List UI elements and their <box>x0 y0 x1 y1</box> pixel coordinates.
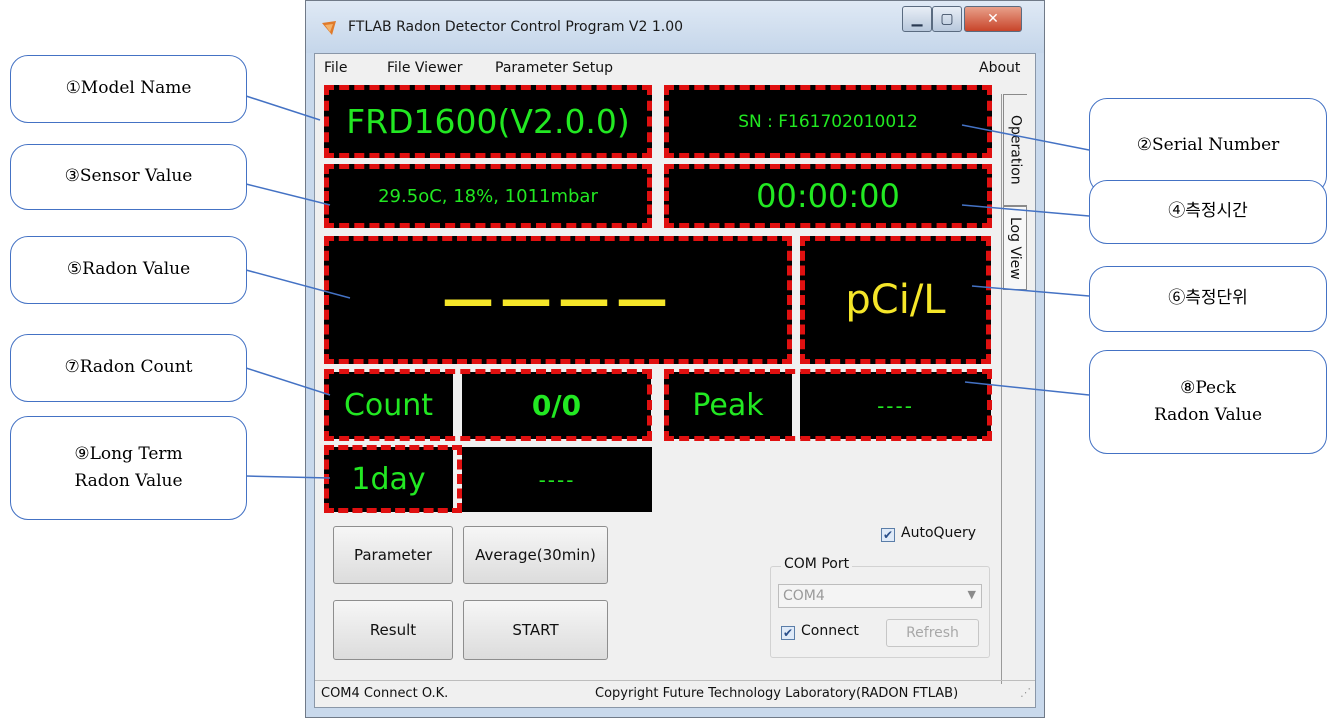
callout-sensor-value: ③Sensor Value <box>10 144 247 210</box>
callout-long-term: ⑨Long Term Radon Value <box>10 416 247 520</box>
callout-radon-count: ⑦Radon Count <box>10 334 247 402</box>
callout-measure-unit: ⑥측정단위 <box>1089 266 1327 332</box>
callout-peak-value: ⑧Peck Radon Value <box>1089 350 1327 454</box>
callout-radon-value: ⑤Radon Value <box>10 236 247 304</box>
callout-measure-time: ④측정시간 <box>1089 180 1327 244</box>
callout-model-name: ①Model Name <box>10 55 247 123</box>
